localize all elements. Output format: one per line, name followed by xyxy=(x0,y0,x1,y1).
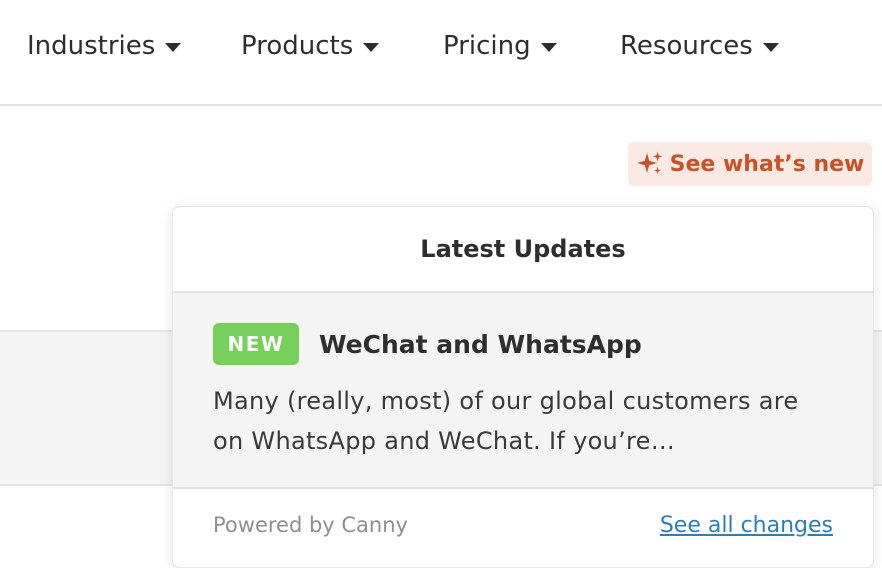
see-whats-new-label: See what’s new xyxy=(669,151,865,177)
see-whats-new-button[interactable]: See what’s new xyxy=(628,142,872,186)
nav-resources-label: Resources xyxy=(620,31,753,61)
caret-down-icon xyxy=(762,43,779,52)
see-all-changes-link[interactable]: See all changes xyxy=(660,513,833,538)
sparkle-icon xyxy=(636,150,664,178)
caret-down-icon xyxy=(540,43,557,52)
powered-by-text: Powered by Canny xyxy=(213,513,408,537)
update-item[interactable]: NEW WeChat and WhatsApp Many (really, mo… xyxy=(173,293,873,487)
update-excerpt: Many (really, most) of our global custom… xyxy=(213,387,799,455)
latest-updates-popover: Latest Updates NEW WeChat and WhatsApp M… xyxy=(172,206,874,568)
nav-pricing-label: Pricing xyxy=(443,31,531,61)
footer-divider xyxy=(173,487,873,489)
top-navigation: Industries Products Pricing Resources xyxy=(0,0,882,106)
update-title: WeChat and WhatsApp xyxy=(319,330,642,359)
caret-down-icon xyxy=(165,43,182,52)
nav-products-label: Products xyxy=(241,31,354,61)
popover-title: Latest Updates xyxy=(173,207,873,293)
nav-industries-label: Industries xyxy=(27,31,156,61)
caret-down-icon xyxy=(363,43,380,52)
nav-products[interactable]: Products xyxy=(241,24,380,68)
nav-pricing[interactable]: Pricing xyxy=(443,24,557,68)
nav-industries[interactable]: Industries xyxy=(27,24,182,68)
nav-resources[interactable]: Resources xyxy=(620,24,779,68)
new-badge: NEW xyxy=(213,323,299,365)
